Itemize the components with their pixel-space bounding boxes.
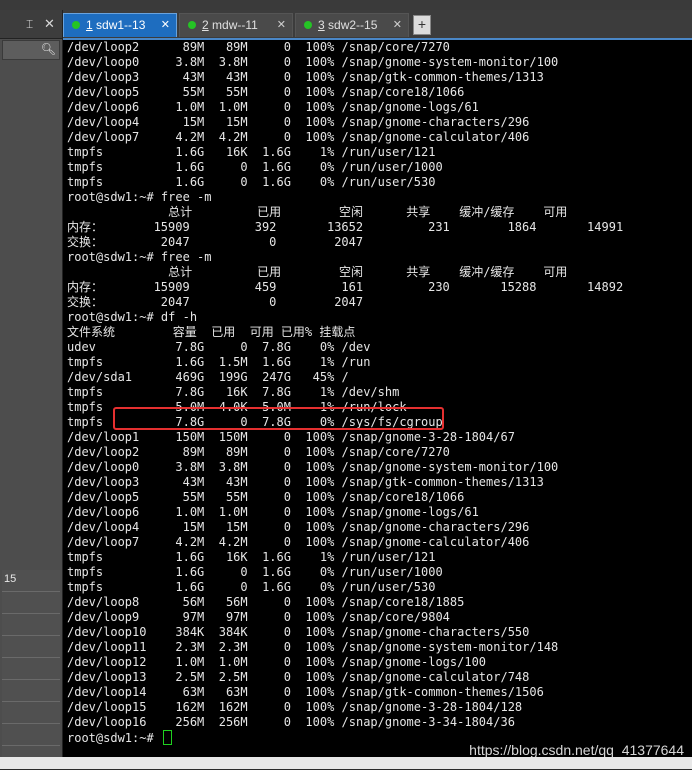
terminal-line: /dev/loop7 4.2M 4.2M 0 100% /snap/gnome-…: [67, 535, 530, 549]
sidebar-header: ⌶ ✕: [0, 10, 62, 39]
terminal-line: 交换： 2047 0 2047: [67, 235, 364, 249]
tab-label: sdw1--13: [92, 18, 146, 32]
session-tab-bar: 1 sdw1--13 ✕ 2 mdw--11 ✕ 3 sdw2--15 ✕ +: [63, 10, 692, 40]
terminal-cursor: [162, 730, 172, 745]
list-item[interactable]: [2, 592, 60, 614]
terminal-line: 内存： 15909 459 161 230 15288 14892: [67, 280, 624, 294]
terminal-line: /dev/loop12 1.0M 1.0M 0 100% /snap/gnome…: [67, 655, 487, 669]
terminal-line: 内存： 15909 392 13652 231 1864 14991: [67, 220, 624, 234]
list-item[interactable]: [2, 636, 60, 658]
terminal-line: /dev/loop3 43M 43M 0 100% /snap/gtk-comm…: [67, 475, 544, 489]
new-tab-button[interactable]: +: [413, 15, 431, 35]
terminal-line: /dev/loop13 2.5M 2.5M 0 100% /snap/gnome…: [67, 670, 530, 684]
terminal-line: /dev/loop5 55M 55M 0 100% /snap/core18/1…: [67, 490, 465, 504]
tab-sdw2[interactable]: 3 sdw2--15 ✕: [295, 13, 409, 37]
close-icon[interactable]: ✕: [44, 16, 55, 32]
terminal-line: /dev/loop0 3.8M 3.8M 0 100% /snap/gnome-…: [67, 460, 559, 474]
terminal-line: /dev/loop7 4.2M 4.2M 0 100% /snap/gnome-…: [67, 130, 530, 144]
tab-sdw1[interactable]: 1 sdw1--13 ✕: [63, 13, 177, 37]
terminal-line: tmpfs 1.6G 0 1.6G 0% /run/user/530: [67, 175, 436, 189]
terminal-line: tmpfs 1.6G 1.5M 1.6G 1% /run: [67, 355, 371, 369]
terminal-line: tmpfs 1.6G 0 1.6G 0% /run/user/1000: [67, 565, 443, 579]
list-item[interactable]: [2, 724, 60, 746]
list-item[interactable]: [2, 614, 60, 636]
close-tab-icon[interactable]: ✕: [161, 14, 170, 36]
terminal-line: root@sdw1:~# free -m: [67, 250, 212, 264]
terminal-line: /dev/loop1 150M 150M 0 100% /snap/gnome-…: [67, 430, 515, 444]
prompt-text: root@sdw1:~#: [67, 731, 161, 745]
terminal-line: root@sdw1:~# df -h: [67, 310, 198, 324]
terminal-line: udev 7.8G 0 7.8G 0% /dev: [67, 340, 371, 354]
list-item[interactable]: [2, 658, 60, 680]
terminal-line: 交换： 2047 0 2047: [67, 295, 364, 309]
connected-status-icon: [188, 21, 196, 29]
terminal-line: /dev/loop16 256M 256M 0 100% /snap/gnome…: [67, 715, 515, 729]
close-tab-icon[interactable]: ✕: [277, 14, 286, 36]
tab-number: 3: [318, 18, 325, 32]
sidebar-list: 15: [2, 570, 60, 770]
terminal-line: tmpfs 1.6G 16K 1.6G 1% /run/user/121: [67, 550, 436, 564]
watermark-text: https://blog.csdn.net/qq_41377644: [469, 742, 684, 758]
sidebar-search-input[interactable]: 🔍︎: [2, 40, 60, 60]
terminal-line: /dev/loop2 89M 89M 0 100% /snap/core/727…: [67, 40, 450, 54]
terminal-line: /dev/loop4 15M 15M 0 100% /snap/gnome-ch…: [67, 115, 530, 129]
tab-mdw[interactable]: 2 mdw--11 ✕: [179, 13, 293, 37]
connected-status-icon: [304, 21, 312, 29]
search-icon[interactable]: 🔍︎: [41, 42, 56, 56]
terminal-line: /dev/loop4 15M 15M 0 100% /snap/gnome-ch…: [67, 520, 530, 534]
close-tab-icon[interactable]: ✕: [393, 14, 402, 36]
terminal-line: tmpfs 1.6G 0 1.6G 0% /run/user/1000: [67, 160, 443, 174]
list-item[interactable]: [2, 702, 60, 724]
terminal-line: tmpfs 1.6G 16K 1.6G 1% /run/user/121: [67, 145, 436, 159]
terminal-line: root@sdw1:~# free -m: [67, 190, 212, 204]
terminal-output[interactable]: /dev/loop2 89M 89M 0 100% /snap/core/727…: [63, 40, 692, 757]
terminal-line: 总计 已用 空闲 共享 缓冲/缓存 可用: [67, 265, 568, 279]
list-item[interactable]: 15: [2, 570, 60, 592]
terminal-line: /dev/loop5 55M 55M 0 100% /snap/core18/1…: [67, 85, 465, 99]
terminal-line: /dev/loop14 63M 63M 0 100% /snap/gtk-com…: [67, 685, 544, 699]
terminal-line: 总计 已用 空闲 共享 缓冲/缓存 可用: [67, 205, 568, 219]
tab-label: sdw2--15: [324, 18, 378, 32]
pin-icon[interactable]: ⌶: [26, 17, 33, 32]
tab-number: 2: [202, 18, 209, 32]
terminal-line: /dev/sda1 469G 199G 247G 45% /: [67, 370, 349, 384]
terminal-line: /dev/loop8 56M 56M 0 100% /snap/core18/1…: [67, 595, 465, 609]
terminal-line: /dev/loop0 3.8M 3.8M 0 100% /snap/gnome-…: [67, 55, 559, 69]
session-sidebar: ⌶ ✕ 🔍︎ 15: [0, 10, 63, 769]
terminal-line: 文件系统 容量 已用 可用 已用% 挂载点: [67, 325, 356, 339]
tab-number: 1: [86, 18, 93, 32]
terminal-line: /dev/loop3 43M 43M 0 100% /snap/gtk-comm…: [67, 70, 544, 84]
tab-label: mdw--11: [208, 18, 258, 32]
terminal-line: tmpfs 7.8G 16K 7.8G 1% /dev/shm: [67, 385, 400, 399]
terminal-line: /dev/loop6 1.0M 1.0M 0 100% /snap/gnome-…: [67, 505, 479, 519]
sda1-highlight-box: [113, 407, 444, 430]
terminal-line: /dev/loop6 1.0M 1.0M 0 100% /snap/gnome-…: [67, 100, 479, 114]
connected-status-icon: [72, 21, 80, 29]
terminal-lines: /dev/loop2 89M 89M 0 100% /snap/core/727…: [67, 40, 623, 745]
terminal-line: /dev/loop11 2.3M 2.3M 0 100% /snap/gnome…: [67, 640, 559, 654]
terminal-line: tmpfs 1.6G 0 1.6G 0% /run/user/530: [67, 580, 436, 594]
terminal-line: /dev/loop10 384K 384K 0 100% /snap/gnome…: [67, 625, 530, 639]
status-bar: [0, 757, 692, 769]
terminal-line: /dev/loop9 97M 97M 0 100% /snap/core/980…: [67, 610, 450, 624]
list-item[interactable]: [2, 680, 60, 702]
terminal-line: /dev/loop2 89M 89M 0 100% /snap/core/727…: [67, 445, 450, 459]
terminal-line: /dev/loop15 162M 162M 0 100% /snap/gnome…: [67, 700, 523, 714]
